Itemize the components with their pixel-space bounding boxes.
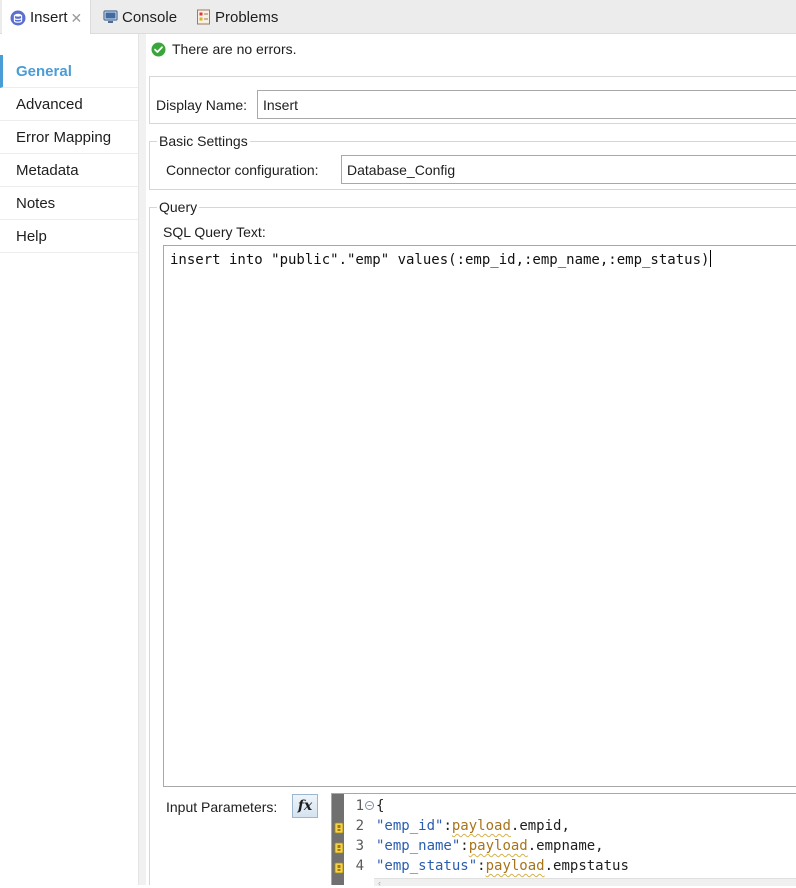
database-icon xyxy=(10,10,26,26)
nav-item-metadata[interactable]: Metadata xyxy=(0,154,138,187)
check-circle-icon xyxy=(151,42,166,57)
json-value-ref: payload xyxy=(485,858,545,874)
problems-icon xyxy=(196,9,211,25)
code-punctuation: .empstatus xyxy=(544,858,629,874)
display-name-label: Display Name: xyxy=(156,97,248,113)
json-key: "emp_status" xyxy=(376,858,478,874)
fx-expression-button[interactable]: fx xyxy=(292,794,318,818)
editor-tab-bar: Insert ✕ Console Problems xyxy=(0,0,796,35)
query-title: Query xyxy=(157,198,200,216)
nav-item-error-mapping[interactable]: Error Mapping xyxy=(0,121,138,154)
line-number: 3 xyxy=(355,838,364,854)
code-punctuation: : xyxy=(460,838,469,854)
code-punctuation: .empid, xyxy=(510,818,570,834)
json-key: "emp_name" xyxy=(376,838,461,854)
code-line: 4 "emp_status":payload.empstatus xyxy=(332,856,796,876)
code-punctuation: .empname, xyxy=(527,838,604,854)
status-message: There are no errors. xyxy=(172,41,297,57)
tab-console[interactable]: Console xyxy=(95,0,185,34)
connector-config-select[interactable]: Database_Config xyxy=(341,155,796,184)
code-line: 3 "emp_name":payload.empname, xyxy=(332,836,796,856)
code-line-text: "emp_name":payload.empname, xyxy=(376,836,604,856)
json-value-ref: payload xyxy=(468,838,528,854)
basic-settings-title: Basic Settings xyxy=(157,132,250,150)
code-line: 1−{ xyxy=(332,796,796,816)
nav-item-notes[interactable]: Notes xyxy=(0,187,138,220)
code-punctuation: : xyxy=(477,858,486,874)
code-line-text: "emp_status":payload.empstatus xyxy=(376,856,629,876)
lightbulb-warning-icon[interactable] xyxy=(334,862,344,874)
tab-insert[interactable]: Insert ✕ xyxy=(2,0,92,35)
line-number: 4 xyxy=(355,858,364,874)
nav-item-advanced[interactable]: Advanced xyxy=(0,88,138,121)
sql-query-editor[interactable]: insert into "public"."emp" values(:emp_i… xyxy=(163,245,796,787)
lightbulb-warning-icon[interactable] xyxy=(334,822,344,834)
display-name-input[interactable] xyxy=(257,90,796,119)
nav-item-general[interactable]: General xyxy=(0,55,138,88)
code-line: 2 "emp_id":payload.empid, xyxy=(332,816,796,836)
lightbulb-warning-icon[interactable] xyxy=(334,842,344,854)
code-punctuation: { xyxy=(376,798,385,814)
sql-query-label: SQL Query Text: xyxy=(163,224,266,240)
nav-scrollbar[interactable] xyxy=(138,34,146,885)
json-key: "emp_id" xyxy=(376,818,444,834)
line-number: 1 xyxy=(355,798,364,814)
json-value-ref: payload xyxy=(451,818,511,834)
console-icon xyxy=(103,10,118,24)
input-parameters-label: Input Parameters: xyxy=(166,799,278,815)
line-number: 2 xyxy=(355,818,364,834)
tab-insert-label: Insert xyxy=(30,9,68,26)
close-icon[interactable]: ✕ xyxy=(71,11,83,25)
input-parameters-editor[interactable]: 1−{2 "emp_id":payload.empid, 3 "emp_name":p… xyxy=(331,793,796,888)
fold-toggle-icon[interactable]: − xyxy=(365,801,374,810)
nav-item-help[interactable]: Help xyxy=(0,220,138,253)
tab-problems-label: Problems xyxy=(215,8,279,26)
properties-nav: General Advanced Error Mapping Metadata … xyxy=(0,34,140,885)
code-line-text: "emp_id":payload.empid, xyxy=(376,816,570,836)
code-punctuation: : xyxy=(443,818,452,834)
sql-query-text: insert into "public"."emp" values(:emp_i… xyxy=(170,252,710,268)
validation-status: There are no errors. xyxy=(151,40,297,58)
code-line-text: { xyxy=(376,796,384,816)
connector-config-label: Connector configuration: xyxy=(166,162,319,178)
text-caret xyxy=(710,250,712,267)
tab-problems[interactable]: Problems xyxy=(188,0,286,34)
connector-config-value: Database_Config xyxy=(347,161,456,178)
tab-console-label: Console xyxy=(122,8,178,26)
